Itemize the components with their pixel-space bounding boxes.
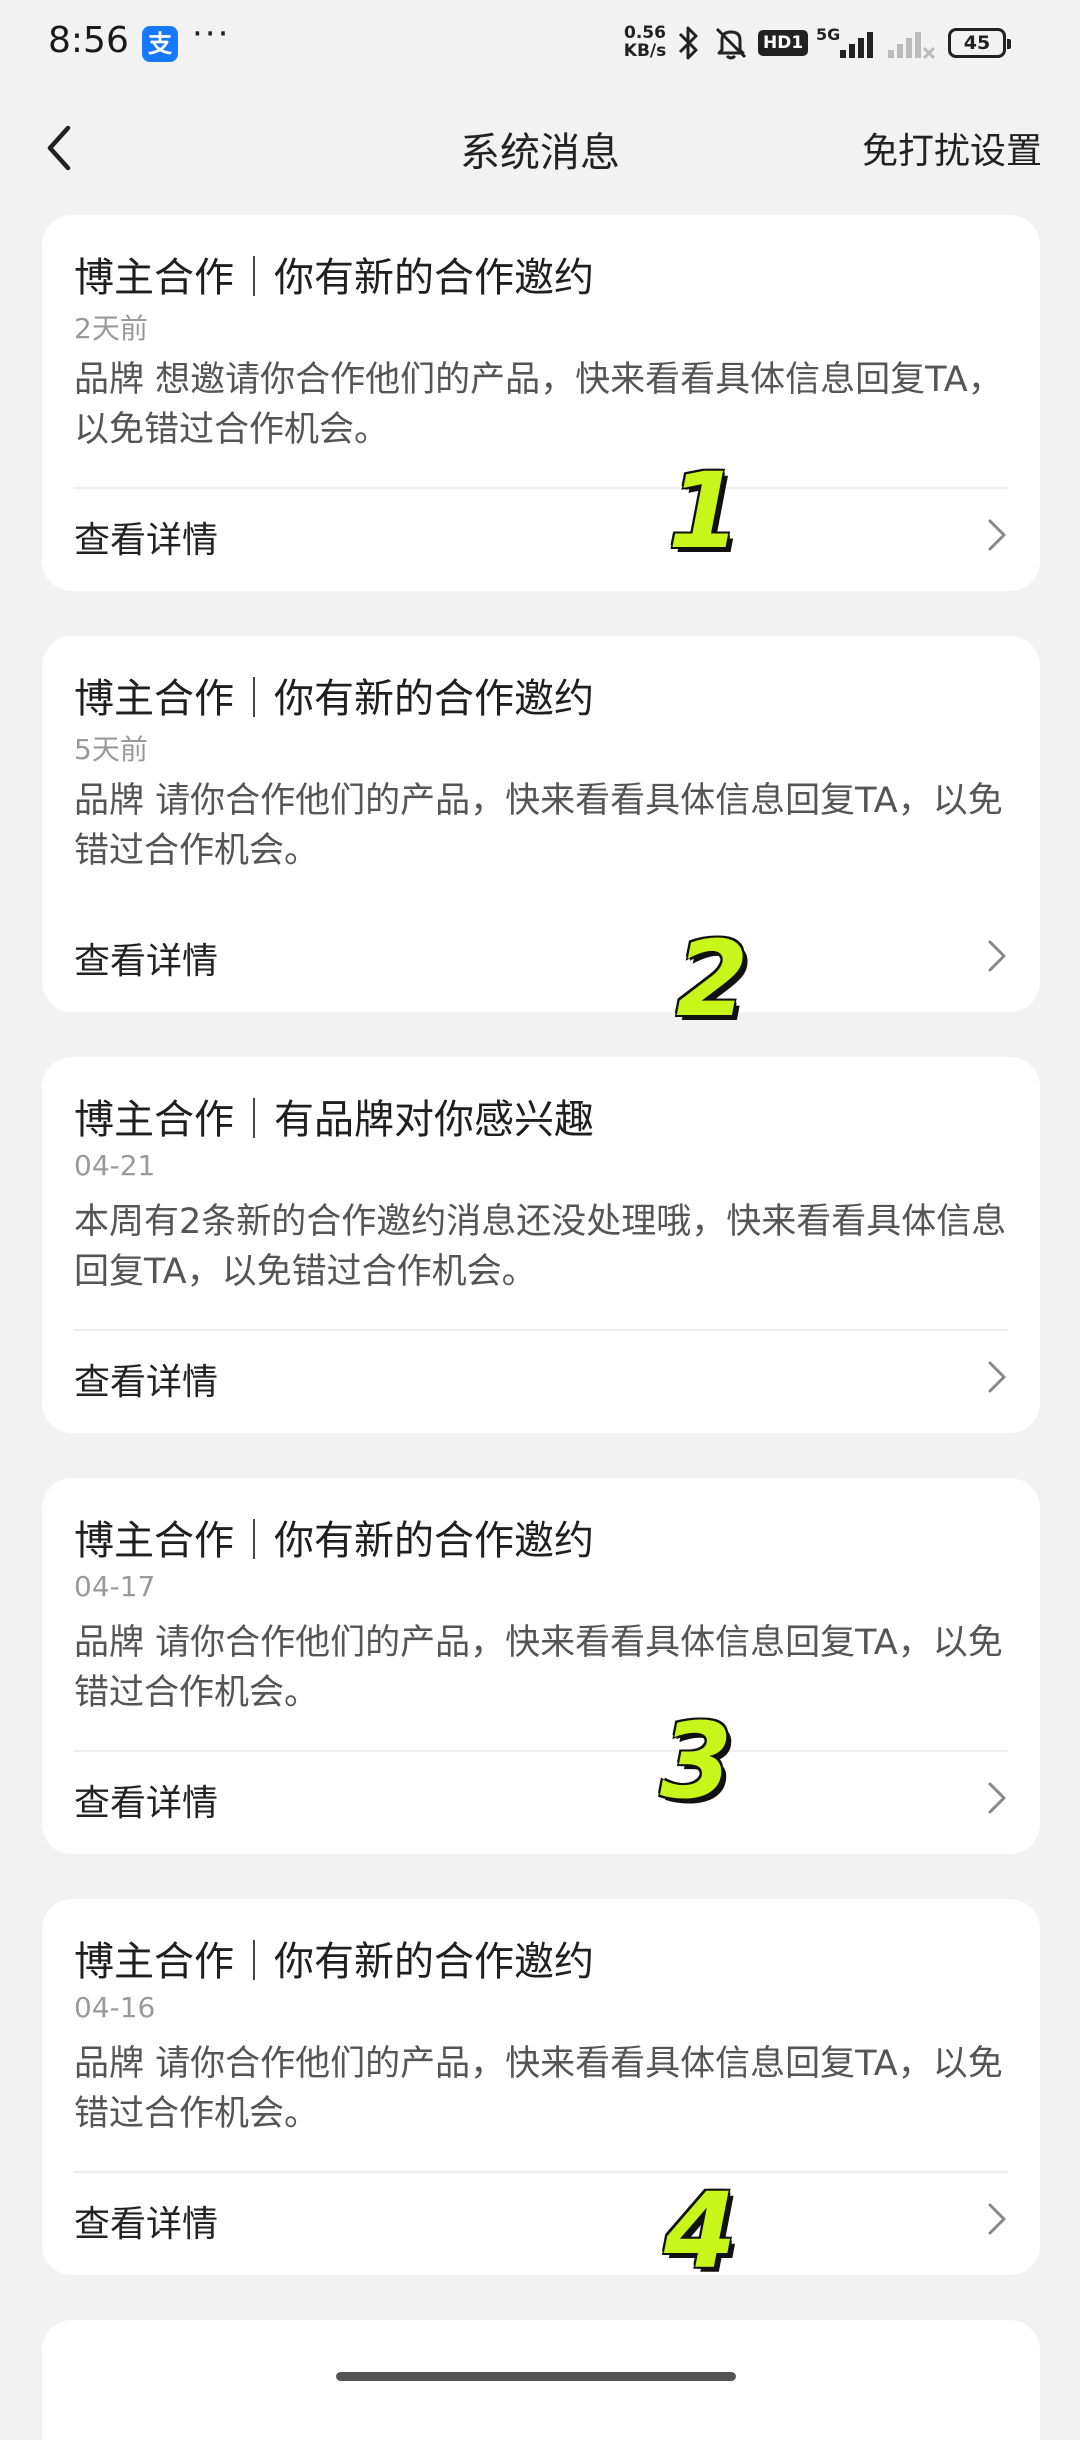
bluetooth-icon [678,26,698,60]
divider [74,1329,1008,1331]
chevron-right-icon [988,1361,1006,1393]
message-time: 5天前 [74,733,148,766]
status-time: 8:56 [48,20,129,61]
status-bar: 8:56 支 ··· 0.56 KB/s HD1 5G 45 [0,0,1080,90]
message-body: 本周有2条新的合作邀约消息还没处理哦，快来看看具体信息回复TA，以免错过合作机会… [74,1202,1007,1292]
home-indicator[interactable] [336,2372,736,2381]
chevron-right-icon [988,940,1006,972]
message-body: 品牌 请你合作他们的产品，快来看看具体信息回复TA，以免错过合作机会。 [74,2044,1003,2134]
dnd-settings-button[interactable]: 免打扰设置 [862,122,1042,174]
message-time: 04-16 [74,1991,156,2024]
alipay-icon: 支 [142,26,178,62]
message-time: 04-21 [74,1149,156,1182]
chevron-right-icon [988,2203,1006,2235]
message-time: 2天前 [74,312,148,345]
nav-bar: 系统消息 免打扰设置 [0,100,1080,196]
view-details-link[interactable]: 查看详情 [74,511,218,563]
message-title: 博主合作｜你有新的合作邀约 [74,1518,594,1564]
message-body: 品牌 请你合作他们的产品，快来看看具体信息回复TA，以免错过合作机会。 [74,781,1003,871]
signal-weak-icon [888,32,936,60]
signal-5g-icon: 5G [816,25,873,58]
message-title: 博主合作｜有品牌对你感兴趣 [74,1097,594,1143]
view-details-link[interactable]: 查看详情 [74,1774,218,1826]
network-speed: 0.56 KB/s [623,23,667,61]
message-card[interactable]: 博主合作｜你有新的合作邀约 04-16 品牌 请你合作他们的产品，快来看看具体信… [42,1899,1040,2275]
signal-5g-label: 5G [816,25,840,44]
view-details-link[interactable]: 查看详情 [74,932,218,984]
message-title: 博主合作｜你有新的合作邀约 [74,1939,594,1985]
hd-badge: HD1 [758,30,809,56]
view-details-link[interactable]: 查看详情 [74,1353,218,1405]
message-title: 博主合作｜你有新的合作邀约 [74,676,594,722]
message-body: 品牌 想邀请你合作他们的产品，快来看看具体信息回复TA，以免错过合作机会。 [74,360,1003,450]
message-card[interactable]: 博主合作｜你有新的合作邀约 04-17 品牌 请你合作他们的产品，快来看看具体信… [42,1478,1040,1854]
message-body: 品牌 请你合作他们的产品，快来看看具体信息回复TA，以免错过合作机会。 [74,1623,1003,1713]
message-card[interactable]: 博主合作｜你有新的合作邀约 5天前 品牌 请你合作他们的产品，快来看看具体信息回… [42,636,1040,1012]
message-card[interactable]: 博主合作｜有品牌对你感兴趣 04-21 本周有2条新的合作邀约消息还没处理哦，快… [42,1057,1040,1433]
message-title: 博主合作｜你有新的合作邀约 [74,255,594,301]
message-card[interactable]: 博主合作｜你有新的合作邀约 2天前 品牌 想邀请你合作他们的产品，快来看看具体信… [42,215,1040,591]
battery-indicator: 45 [948,28,1011,58]
more-notifications-icon: ··· [192,14,231,54]
chevron-right-icon [988,1782,1006,1814]
divider [74,1750,1008,1752]
divider [74,487,1008,489]
view-details-link[interactable]: 查看详情 [74,2195,218,2247]
divider [74,908,1008,910]
chevron-right-icon [988,519,1006,551]
step-number-3: 3 [660,1700,733,1822]
message-time: 04-17 [74,1570,156,1603]
mute-bell-icon [715,27,747,60]
divider [74,2171,1008,2173]
step-number-1: 1 [668,450,741,572]
step-number-2: 2 [676,918,749,1040]
step-number-4: 4 [664,2170,737,2292]
